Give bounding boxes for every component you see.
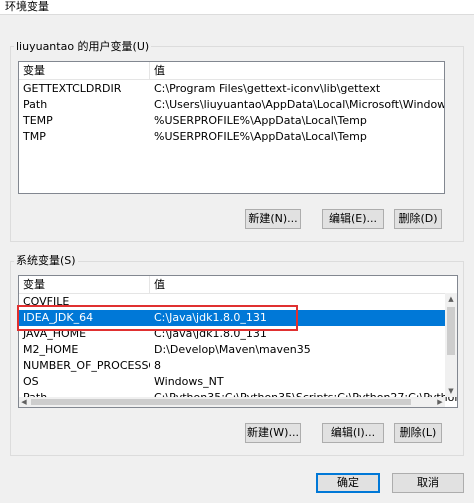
user-edit-button[interactable]: 编辑(E)... [322, 209, 384, 229]
variable-value: D:\Develop\Maven\maven35 [154, 343, 311, 356]
system-delete-button[interactable]: 删除(L) [394, 423, 442, 443]
table-row[interactable]: GETTEXTCLDRDIR C:\Program Files\gettext-… [19, 81, 444, 97]
system-edit-button[interactable]: 编辑(I)... [322, 423, 384, 443]
variable-name: TEMP [23, 114, 53, 127]
title-bar: 环境变量 [0, 0, 474, 15]
cancel-button[interactable]: 取消 [392, 473, 464, 493]
variable-value: C:\Program Files\gettext-iconv\lib\gette… [154, 82, 381, 95]
table-row[interactable]: OS Windows_NT [19, 374, 445, 390]
table-row[interactable]: TEMP %USERPROFILE%\AppData\Local\Temp [19, 113, 444, 129]
user-variables-label: liuyuantao 的用户变量(U) [14, 40, 152, 53]
window-title: 环境变量 [5, 0, 49, 13]
variable-value: C:\Java\jdk1.8.0_131 [154, 327, 267, 340]
variable-name: IDEA_JDK_64 [23, 311, 94, 324]
scroll-left-icon[interactable]: ◀ [19, 397, 29, 407]
table-row[interactable]: Path C:\Users\liuyuantao\AppData\Local\M… [19, 97, 444, 113]
variable-name: COVFILE [23, 295, 70, 308]
variable-value: 8 [154, 359, 161, 372]
column-header-value[interactable]: 值 [150, 62, 444, 79]
system-variables-list[interactable]: 变量 值 COVFILE IDEA_JDK_64 C:\Java\jdk1.8.… [18, 275, 458, 408]
table-row[interactable]: NUMBER_OF_PROCESSORS 8 [19, 358, 445, 374]
scroll-up-icon[interactable]: ▲ [445, 293, 457, 305]
scroll-down-icon[interactable]: ▼ [445, 385, 457, 397]
variable-value: C:\Users\liuyuantao\AppData\Local\Micros… [154, 98, 444, 111]
horizontal-scrollbar[interactable]: ◀ ▶ [19, 397, 445, 407]
scroll-thumb-horizontal[interactable] [31, 399, 411, 405]
variable-name: NUMBER_OF_PROCESSORS [23, 359, 150, 372]
table-row[interactable]: JAVA_HOME C:\Java\jdk1.8.0_131 [19, 326, 445, 342]
variable-value: %USERPROFILE%\AppData\Local\Temp [154, 114, 367, 127]
variable-value: Windows_NT [154, 375, 224, 388]
table-row[interactable]: COVFILE [19, 294, 445, 310]
variable-name: JAVA_HOME [23, 327, 87, 340]
variable-value: %USERPROFILE%\AppData\Local\Temp [154, 130, 367, 143]
user-list-header: 变量 值 [19, 62, 444, 80]
user-new-button[interactable]: 新建(N)... [245, 209, 301, 229]
column-header-value[interactable]: 值 [150, 276, 457, 293]
column-header-variable[interactable]: 变量 [19, 62, 150, 79]
scroll-right-icon[interactable]: ▶ [435, 397, 445, 407]
system-new-button[interactable]: 新建(W)... [245, 423, 301, 443]
table-row[interactable]: TMP %USERPROFILE%\AppData\Local\Temp [19, 129, 444, 145]
variable-name: Path [23, 98, 48, 111]
table-row-selected[interactable]: IDEA_JDK_64 C:\Java\jdk1.8.0_131 [19, 310, 445, 326]
ok-button[interactable]: 确定 [316, 473, 380, 493]
user-variables-list[interactable]: 变量 值 GETTEXTCLDRDIR C:\Program Files\get… [18, 61, 445, 194]
system-variables-label: 系统变量(S) [14, 254, 78, 267]
variable-name: GETTEXTCLDRDIR [23, 82, 122, 95]
column-header-variable[interactable]: 变量 [19, 276, 150, 293]
variable-name: OS [23, 375, 39, 388]
scroll-thumb[interactable] [447, 307, 455, 355]
vertical-scrollbar[interactable]: ▲ ▼ [445, 293, 457, 397]
user-delete-button[interactable]: 删除(D) [394, 209, 442, 229]
table-row[interactable]: M2_HOME D:\Develop\Maven\maven35 [19, 342, 445, 358]
variable-value: C:\Java\jdk1.8.0_131 [154, 311, 267, 324]
system-list-header: 变量 值 [19, 276, 457, 294]
variable-name: TMP [23, 130, 46, 143]
variable-name: M2_HOME [23, 343, 79, 356]
